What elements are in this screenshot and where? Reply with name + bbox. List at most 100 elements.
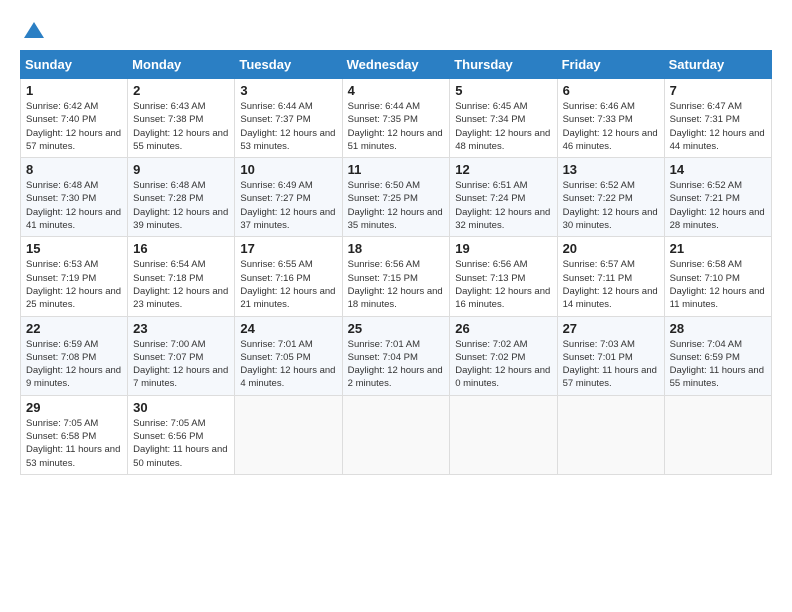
day-info: Sunrise: 7:01 AMSunset: 7:05 PMDaylight:… [240,338,336,391]
day-info: Sunrise: 7:04 AMSunset: 6:59 PMDaylight:… [670,338,766,391]
calendar-cell: 28 Sunrise: 7:04 AMSunset: 6:59 PMDayligh… [664,316,771,395]
calendar-cell: 19Sunrise: 6:56 AMSunset: 7:13 PMDayligh… [450,237,557,316]
day-number: 30 [133,400,229,415]
day-info: Sunrise: 7:05 AMSunset: 6:58 PMDaylight:… [26,417,122,470]
day-number: 11 [348,162,445,177]
calendar-cell: 9 Sunrise: 6:48 AMSunset: 7:28 PMDaylight… [128,158,235,237]
day-info: Sunrise: 6:56 AMSunset: 7:13 PMDaylight:… [455,258,551,311]
day-info: Sunrise: 6:46 AMSunset: 7:33 PMDaylight:… [563,100,659,153]
day-number: 2 [133,83,229,98]
day-info: Sunrise: 6:49 AMSunset: 7:27 PMDaylight:… [240,179,336,232]
calendar-week-row: 8Sunrise: 6:48 AMSunset: 7:30 PMDaylight… [21,158,772,237]
weekday-header-saturday: Saturday [664,51,771,79]
calendar-week-row: 22 Sunrise: 6:59 AMSunset: 7:08 PMDayligh… [21,316,772,395]
day-number: 1 [26,83,122,98]
day-number: 22 [26,321,122,336]
day-number: 10 [240,162,336,177]
day-info: Sunrise: 6:56 AMSunset: 7:15 PMDaylight:… [348,258,445,311]
calendar-cell: 23Sunrise: 7:00 AMSunset: 7:07 PMDayligh… [128,316,235,395]
calendar-cell: 13 Sunrise: 6:52 AMSunset: 7:22 PMDayligh… [557,158,664,237]
calendar-cell: 8Sunrise: 6:48 AMSunset: 7:30 PMDaylight… [21,158,128,237]
calendar-cell [450,395,557,474]
calendar-cell: 2 Sunrise: 6:43 AMSunset: 7:38 PMDaylight… [128,79,235,158]
weekday-header-tuesday: Tuesday [235,51,342,79]
day-info: Sunrise: 7:02 AMSunset: 7:02 PMDaylight:… [455,338,551,391]
logo [20,20,46,40]
calendar-cell: 21 Sunrise: 6:58 AMSunset: 7:10 PMDayligh… [664,237,771,316]
calendar-cell: 18Sunrise: 6:56 AMSunset: 7:15 PMDayligh… [342,237,450,316]
day-info: Sunrise: 6:50 AMSunset: 7:25 PMDaylight:… [348,179,445,232]
day-number: 15 [26,241,122,256]
day-info: Sunrise: 6:45 AMSunset: 7:34 PMDaylight:… [455,100,551,153]
calendar-cell: 4Sunrise: 6:44 AMSunset: 7:35 PMDaylight… [342,79,450,158]
day-info: Sunrise: 6:59 AMSunset: 7:08 PMDaylight:… [26,338,122,391]
day-info: Sunrise: 6:42 AMSunset: 7:40 PMDaylight:… [26,100,122,153]
day-number: 6 [563,83,659,98]
day-info: Sunrise: 6:58 AMSunset: 7:10 PMDaylight:… [670,258,766,311]
day-number: 26 [455,321,551,336]
day-info: Sunrise: 6:52 AMSunset: 7:21 PMDaylight:… [670,179,766,232]
day-number: 28 [670,321,766,336]
calendar-week-row: 15 Sunrise: 6:53 AMSunset: 7:19 PMDayligh… [21,237,772,316]
day-number: 9 [133,162,229,177]
calendar-cell: 14 Sunrise: 6:52 AMSunset: 7:21 PMDayligh… [664,158,771,237]
day-number: 16 [133,241,229,256]
day-info: Sunrise: 6:44 AMSunset: 7:37 PMDaylight:… [240,100,336,153]
day-number: 12 [455,162,551,177]
calendar-week-row: 29 Sunrise: 7:05 AMSunset: 6:58 PMDayligh… [21,395,772,474]
day-number: 7 [670,83,766,98]
day-info: Sunrise: 6:53 AMSunset: 7:19 PMDaylight:… [26,258,122,311]
calendar-header-row: SundayMondayTuesdayWednesdayThursdayFrid… [21,51,772,79]
calendar-cell: 24 Sunrise: 7:01 AMSunset: 7:05 PMDayligh… [235,316,342,395]
logo-icon [22,20,46,44]
day-info: Sunrise: 6:43 AMSunset: 7:38 PMDaylight:… [133,100,229,153]
day-info: Sunrise: 6:55 AMSunset: 7:16 PMDaylight:… [240,258,336,311]
calendar-cell: 22 Sunrise: 6:59 AMSunset: 7:08 PMDayligh… [21,316,128,395]
calendar-cell [557,395,664,474]
day-number: 25 [348,321,445,336]
calendar-cell: 12 Sunrise: 6:51 AMSunset: 7:24 PMDayligh… [450,158,557,237]
calendar-cell [664,395,771,474]
day-info: Sunrise: 6:44 AMSunset: 7:35 PMDaylight:… [348,100,445,153]
calendar-cell: 11 Sunrise: 6:50 AMSunset: 7:25 PMDayligh… [342,158,450,237]
calendar-cell [235,395,342,474]
day-info: Sunrise: 7:03 AMSunset: 7:01 PMDaylight:… [563,338,659,391]
weekday-header-friday: Friday [557,51,664,79]
day-info: Sunrise: 6:48 AMSunset: 7:28 PMDaylight:… [133,179,229,232]
day-info: Sunrise: 6:57 AMSunset: 7:11 PMDaylight:… [563,258,659,311]
calendar-cell: 20Sunrise: 6:57 AMSunset: 7:11 PMDayligh… [557,237,664,316]
day-info: Sunrise: 6:51 AMSunset: 7:24 PMDaylight:… [455,179,551,232]
day-number: 23 [133,321,229,336]
calendar-cell: 1 Sunrise: 6:42 AMSunset: 7:40 PMDaylight… [21,79,128,158]
weekday-header-monday: Monday [128,51,235,79]
calendar-cell: 5 Sunrise: 6:45 AMSunset: 7:34 PMDaylight… [450,79,557,158]
day-info: Sunrise: 6:52 AMSunset: 7:22 PMDaylight:… [563,179,659,232]
day-number: 29 [26,400,122,415]
day-number: 13 [563,162,659,177]
calendar-cell: 7Sunrise: 6:47 AMSunset: 7:31 PMDaylight… [664,79,771,158]
day-number: 27 [563,321,659,336]
weekday-header-wednesday: Wednesday [342,51,450,79]
calendar-cell: 6 Sunrise: 6:46 AMSunset: 7:33 PMDaylight… [557,79,664,158]
calendar-cell: 15 Sunrise: 6:53 AMSunset: 7:19 PMDayligh… [21,237,128,316]
day-number: 21 [670,241,766,256]
calendar-cell: 27 Sunrise: 7:03 AMSunset: 7:01 PMDayligh… [557,316,664,395]
calendar-table: SundayMondayTuesdayWednesdayThursdayFrid… [20,50,772,475]
calendar-cell: 29 Sunrise: 7:05 AMSunset: 6:58 PMDayligh… [21,395,128,474]
calendar-cell: 25 Sunrise: 7:01 AMSunset: 7:04 PMDayligh… [342,316,450,395]
weekday-header-thursday: Thursday [450,51,557,79]
calendar-cell: 10 Sunrise: 6:49 AMSunset: 7:27 PMDayligh… [235,158,342,237]
day-info: Sunrise: 7:05 AMSunset: 6:56 PMDaylight:… [133,417,229,470]
calendar-cell: 17 Sunrise: 6:55 AMSunset: 7:16 PMDayligh… [235,237,342,316]
calendar-cell: 26 Sunrise: 7:02 AMSunset: 7:02 PMDayligh… [450,316,557,395]
day-number: 24 [240,321,336,336]
day-number: 17 [240,241,336,256]
calendar-cell [342,395,450,474]
day-info: Sunrise: 6:54 AMSunset: 7:18 PMDaylight:… [133,258,229,311]
calendar-cell: 30 Sunrise: 7:05 AMSunset: 6:56 PMDayligh… [128,395,235,474]
page-header [20,20,772,40]
day-info: Sunrise: 7:01 AMSunset: 7:04 PMDaylight:… [348,338,445,391]
day-number: 14 [670,162,766,177]
weekday-header-sunday: Sunday [21,51,128,79]
day-number: 5 [455,83,551,98]
